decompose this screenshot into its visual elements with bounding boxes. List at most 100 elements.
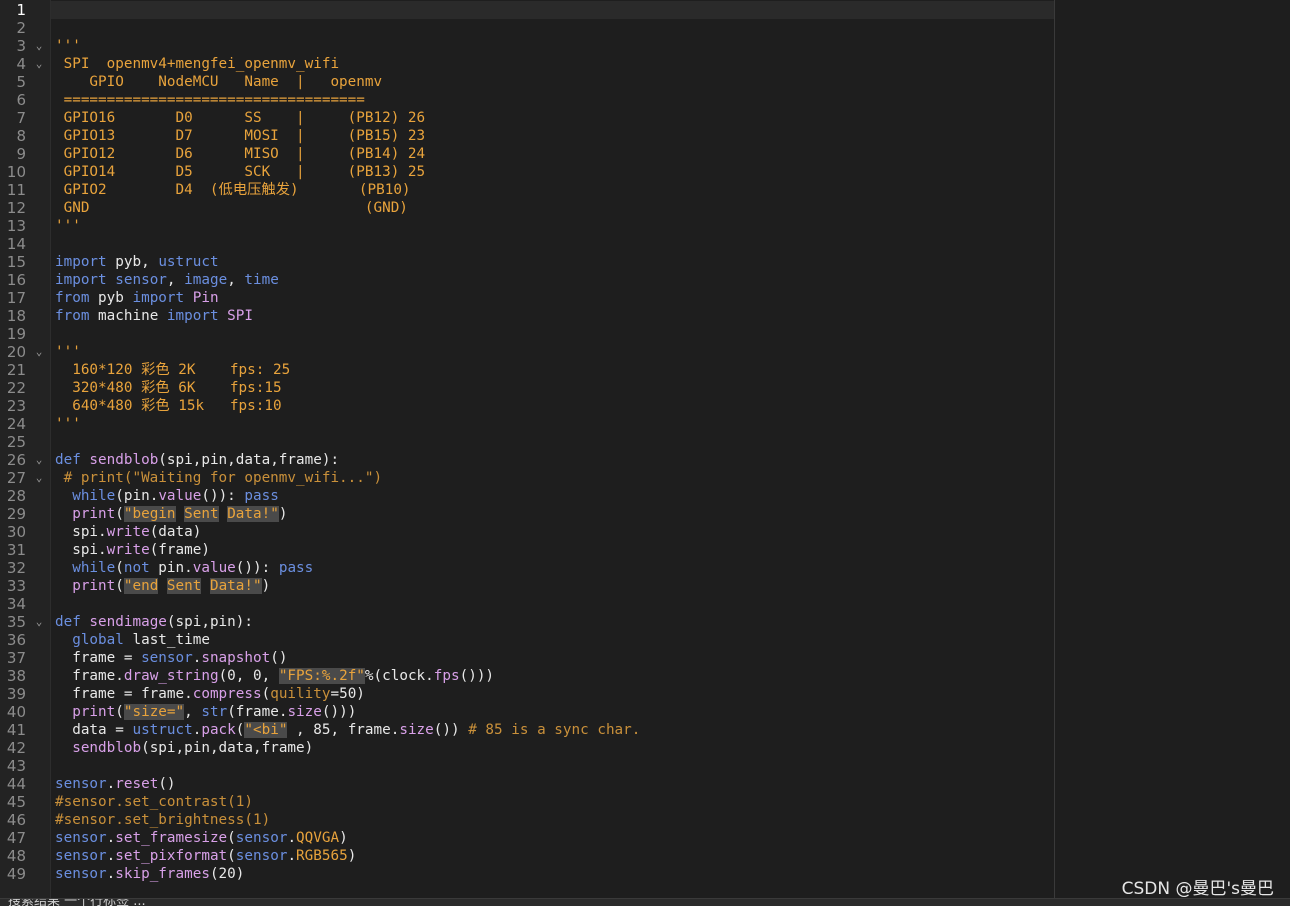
code-token: . (106, 776, 116, 792)
code-token: import (55, 254, 107, 270)
code-line[interactable]: #sensor.set_brightness(1) (55, 811, 270, 829)
fold-toggle-icon[interactable]: ⌄ (33, 37, 45, 55)
code-line[interactable]: sensor.skip_frames(20) (55, 865, 244, 883)
code-token: sensor (141, 650, 193, 666)
code-line[interactable]: sensor.set_framesize(sensor.QQVGA) (55, 829, 348, 847)
code-token: ( (115, 704, 124, 720)
code-token: quility (270, 686, 331, 702)
code-token: Data!" (227, 506, 279, 522)
code-line[interactable]: GPIO13 D7 MOSI | (PB15) 23 (55, 127, 426, 145)
code-token: ) (278, 506, 288, 522)
code-line[interactable]: GPIO14 D5 SCK | (PB13) 25 (55, 163, 426, 181)
code-token: ''' (55, 38, 81, 54)
code-line[interactable]: ''' (55, 343, 81, 361)
code-line[interactable]: global last_time (55, 631, 210, 649)
code-line[interactable]: import sensor, image, time (55, 271, 279, 289)
code-line[interactable]: from pyb import Pin (55, 289, 219, 307)
code-token: "FPS:%.2f" (278, 668, 365, 684)
code-token: spi. (55, 524, 107, 540)
code-line[interactable]: GPIO NodeMCU Name | openmv (55, 73, 382, 91)
code-line[interactable]: GPIO16 D0 SS | (PB12) 26 (55, 109, 426, 127)
code-line[interactable]: 320*480 彩色 6K fps:15 (55, 379, 281, 397)
code-editor[interactable]: 1 2 3 ⌄ 4 ⌄ 5 6 7 8 9 10 11 12 13 14 15 16 17 18 19 20 ⌄ 21 22 23… (0, 0, 1290, 898)
code-token: frame. (55, 668, 124, 684)
code-area[interactable]: ''' SPI openmv4+mengfei_openmv_wifi GPIO… (55, 0, 1054, 898)
code-line[interactable]: SPI openmv4+mengfei_openmv_wifi (55, 55, 339, 73)
code-token: . (106, 866, 116, 882)
code-token: import (132, 290, 185, 306)
line-number: 8 (16, 127, 26, 145)
code-token: (data) (149, 524, 202, 540)
code-line[interactable]: #sensor.set_contrast(1) (55, 793, 253, 811)
code-token: sendblob (72, 740, 142, 756)
code-line[interactable]: # print("Waiting for openmv_wifi...") (55, 469, 383, 487)
code-line[interactable]: frame.draw_string(0, 0, "FPS:%.2f"%(cloc… (55, 667, 494, 685)
code-token: fps (433, 668, 460, 684)
code-line[interactable]: 640*480 彩色 15k fps:10 (55, 397, 282, 415)
line-number: 49 (6, 865, 26, 883)
code-line[interactable]: print("end Sent Data!") (55, 577, 270, 595)
code-token: value (192, 560, 236, 576)
code-token: sendimage (80, 614, 167, 630)
code-token: "end (123, 578, 159, 594)
code-token: write (106, 542, 150, 558)
line-number: 25 (6, 433, 26, 451)
code-line[interactable]: print("begin Sent Data!") (55, 505, 287, 523)
code-line[interactable]: from machine import SPI (55, 307, 253, 325)
code-line[interactable]: GPIO12 D6 MISO | (PB14) 24 (55, 145, 426, 163)
line-number: 20 (6, 343, 26, 361)
line-number: 17 (6, 289, 26, 307)
code-token: (spi,pin,data,frame) (141, 740, 314, 756)
fold-toggle-icon[interactable]: ⌄ (33, 55, 45, 73)
code-line[interactable]: GPIO2 D4 (低电压触发) (PB10) (55, 181, 411, 199)
code-line[interactable]: while(not pin.value()): pass (55, 559, 313, 577)
code-line[interactable]: ''' (55, 415, 81, 433)
code-line[interactable]: =================================== (55, 91, 365, 109)
code-line[interactable]: ''' (55, 217, 81, 235)
fold-toggle-icon[interactable]: ⌄ (33, 343, 45, 361)
code-line[interactable]: import pyb, ustruct (55, 253, 219, 271)
code-line[interactable]: sensor.reset() (55, 775, 176, 793)
code-token: , (227, 272, 245, 288)
code-token: compress (192, 686, 262, 702)
code-line[interactable]: frame = frame.compress(quility=50) (55, 685, 365, 703)
fold-toggle-icon[interactable]: ⌄ (33, 613, 45, 631)
code-line[interactable]: spi.write(data) (55, 523, 201, 541)
line-number: 41 (6, 721, 26, 739)
code-line[interactable]: GND (GND) (55, 199, 408, 217)
code-token: ( (227, 848, 236, 864)
code-token: GND (GND) (55, 200, 408, 216)
code-line[interactable]: data = ustruct.pack("<bi" , 85, frame.si… (55, 721, 640, 739)
code-line[interactable]: sendblob(spi,pin,data,frame) (55, 739, 313, 757)
line-number: 33 (6, 577, 26, 595)
code-line[interactable]: frame = sensor.snapshot() (55, 649, 287, 667)
code-token: sensor (55, 830, 107, 846)
line-number: 4 (16, 55, 26, 73)
code-token: () (158, 776, 176, 792)
code-line[interactable]: 160*120 彩色 2K fps: 25 (55, 361, 290, 379)
fold-toggle-icon[interactable]: ⌄ (33, 469, 45, 487)
fold-toggle-icon[interactable]: ⌄ (33, 451, 45, 469)
line-number: 35 (6, 613, 26, 631)
code-token: pin. (149, 560, 193, 576)
code-line[interactable]: print("size=", str(frame.size())) (55, 703, 356, 721)
code-token: 640*480 彩色 15k fps:10 (55, 398, 282, 414)
code-line[interactable]: while(pin.value()): pass (55, 487, 279, 505)
code-token: frame = (55, 650, 142, 666)
code-line[interactable]: ''' (55, 37, 81, 55)
code-line[interactable]: sensor.set_pixformat(sensor.RGB565) (55, 847, 356, 865)
code-line[interactable]: spi.write(frame) (55, 541, 210, 559)
code-token: ())) (459, 668, 495, 684)
line-number: 48 (6, 847, 26, 865)
code-line[interactable]: def sendimage(spi,pin): (55, 613, 253, 631)
code-token: ( (115, 560, 124, 576)
code-line[interactable]: def sendblob(spi,pin,data,frame): (55, 451, 339, 469)
line-number: 31 (6, 541, 26, 559)
code-token: sensor (55, 848, 107, 864)
